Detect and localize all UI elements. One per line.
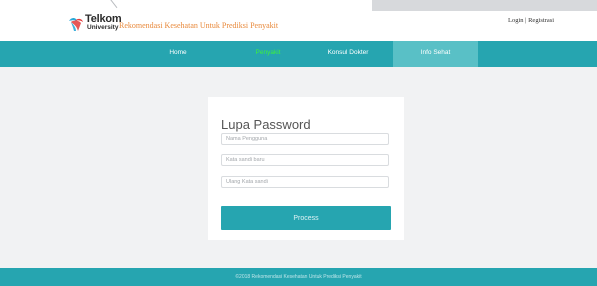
tab-edge — [109, 0, 118, 9]
nav-item-konsul-dokter[interactable]: Konsul Dokter — [303, 41, 393, 67]
forgot-password-card: Lupa Password Process — [208, 97, 404, 240]
auth-links: Login | Registrasi — [508, 17, 554, 24]
new-password-field[interactable] — [221, 154, 389, 166]
site-title[interactable]: Rekomendasi Kesehatan Untuk Prediksi Pen… — [119, 21, 278, 30]
process-button[interactable]: Process — [221, 206, 391, 230]
nav-item-penyakit[interactable]: Penyakit — [223, 41, 313, 67]
main-nav: Home Penyakit Konsul Dokter Info Sehat — [0, 41, 597, 67]
register-link[interactable]: Registrasi — [528, 17, 554, 24]
site-footer: ©2018 Rekomendasi Kesehatan Untuk Predik… — [0, 268, 597, 286]
username-field[interactable] — [221, 133, 389, 145]
brand-subtitle: University — [87, 24, 119, 31]
nav-item-info-sehat[interactable]: Info Sehat — [393, 41, 478, 67]
telkom-logo-icon — [69, 18, 83, 31]
tab-area — [372, 0, 597, 11]
browser-top-strip — [0, 0, 597, 11]
telkom-university-logo[interactable]: Telkom University — [68, 13, 122, 37]
repeat-password-field[interactable] — [221, 176, 389, 188]
site-header: Telkom University Rekomendasi Kesehatan … — [0, 11, 597, 41]
nav-item-home[interactable]: Home — [133, 41, 223, 67]
form-title: Lupa Password — [221, 117, 311, 132]
login-link[interactable]: Login — [508, 17, 524, 24]
footer-copyright: ©2018 Rekomendasi Kesehatan Untuk Predik… — [235, 274, 362, 280]
